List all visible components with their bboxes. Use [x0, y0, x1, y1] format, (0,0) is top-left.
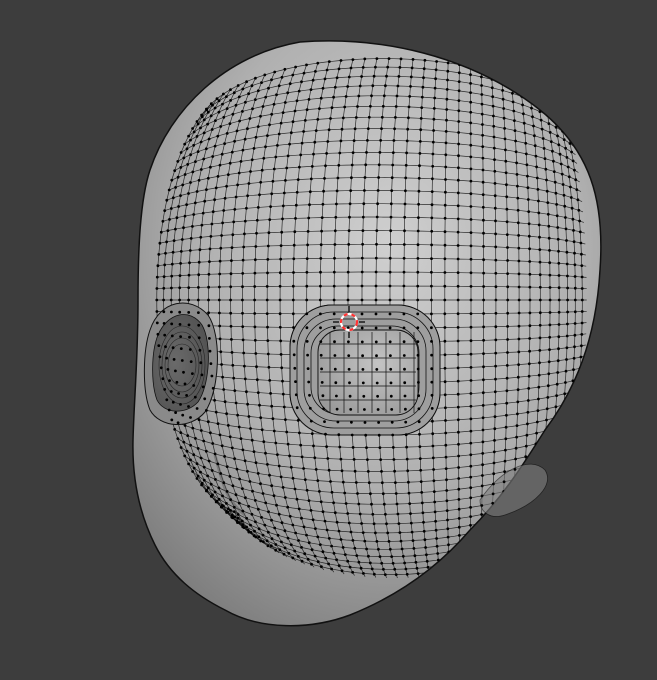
left-eye-socket-hole[interactable]: [143, 302, 218, 425]
3d-viewport[interactable]: [0, 0, 657, 680]
viewport-canvas[interactable]: [0, 0, 657, 680]
